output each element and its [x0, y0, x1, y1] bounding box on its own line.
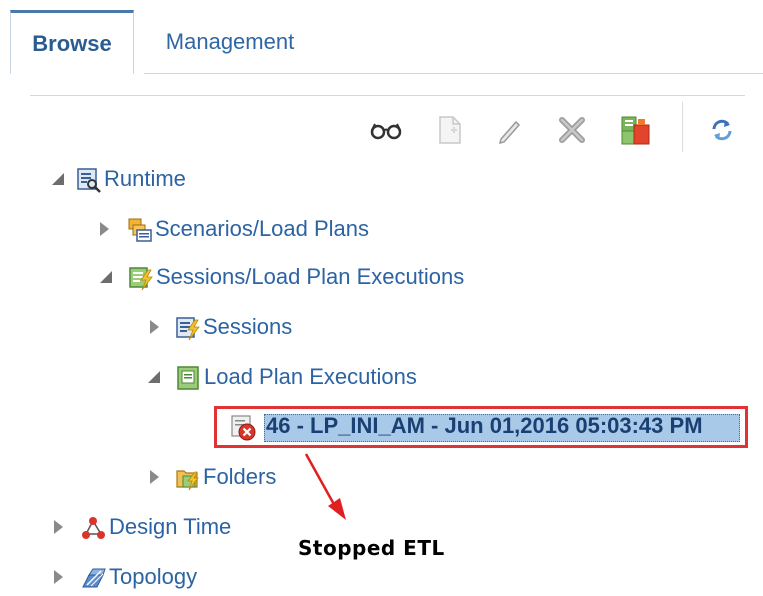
expand-arrow[interactable] — [148, 371, 160, 383]
view-glasses-icon[interactable] — [366, 110, 406, 150]
separator — [30, 95, 745, 96]
expand-arrow[interactable] — [100, 271, 112, 283]
annotation-arrow — [304, 453, 346, 520]
tree-node-runtime[interactable]: Runtime — [52, 162, 186, 196]
runtime-icon — [76, 167, 101, 193]
new-document-icon[interactable] — [430, 110, 470, 150]
expand-arrow[interactable] — [54, 520, 63, 534]
expand-arrow[interactable] — [52, 173, 64, 185]
topology-icon — [81, 565, 106, 589]
expand-arrow[interactable] — [150, 470, 159, 484]
sessions-executions-icon — [128, 265, 153, 291]
odi-navigator: Browse Management Runtime Scenarios/Load… — [0, 0, 763, 596]
runtime-label[interactable]: Runtime — [104, 166, 186, 192]
execution-item-label[interactable]: 46 - LP_INI_AM - Jun 01,2016 05:03:43 PM — [266, 413, 703, 439]
annotation-label: Stopped ETL — [298, 536, 445, 560]
folders-icon — [175, 465, 199, 491]
tree-node-load-plan-executions[interactable]: Load Plan Executions — [148, 360, 417, 394]
toolbar — [360, 102, 750, 152]
scenarios-label[interactable]: Scenarios/Load Plans — [155, 216, 369, 242]
run-operation-icon[interactable] — [616, 110, 656, 150]
tab-browse[interactable]: Browse — [10, 10, 134, 74]
refresh-icon[interactable] — [702, 110, 742, 150]
tree-node-sessions[interactable]: Sessions — [150, 310, 292, 344]
tree-node-scenarios[interactable]: Scenarios/Load Plans — [100, 212, 369, 246]
expand-arrow[interactable] — [150, 320, 159, 334]
design-time-icon — [81, 515, 105, 539]
tab-bar: Browse Management — [10, 10, 763, 74]
expand-arrow[interactable] — [54, 570, 63, 584]
load-plan-executions-icon — [176, 365, 200, 390]
scenarios-icon — [127, 217, 152, 242]
load-plan-executions-label[interactable]: Load Plan Executions — [204, 364, 417, 390]
folders-label[interactable]: Folders — [203, 464, 276, 490]
tree-node-sessions-executions[interactable]: Sessions/Load Plan Executions — [100, 260, 464, 294]
toolbar-divider — [682, 102, 683, 152]
tab-underline — [144, 73, 763, 74]
expand-arrow[interactable] — [100, 222, 109, 236]
edit-pencil-icon[interactable] — [490, 110, 530, 150]
design-time-label[interactable]: Design Time — [109, 514, 231, 540]
tab-management[interactable]: Management — [145, 10, 315, 74]
tree-node-folders[interactable]: Folders — [150, 460, 276, 494]
tree-node-topology[interactable]: Topology — [54, 560, 197, 594]
sessions-icon — [175, 315, 200, 341]
delete-x-icon[interactable] — [552, 110, 592, 150]
tree-node-design-time[interactable]: Design Time — [54, 510, 231, 544]
stopped-execution-icon — [230, 414, 256, 441]
sessions-label[interactable]: Sessions — [203, 314, 292, 340]
topology-label[interactable]: Topology — [109, 564, 197, 590]
sessions-executions-label[interactable]: Sessions/Load Plan Executions — [156, 264, 464, 290]
